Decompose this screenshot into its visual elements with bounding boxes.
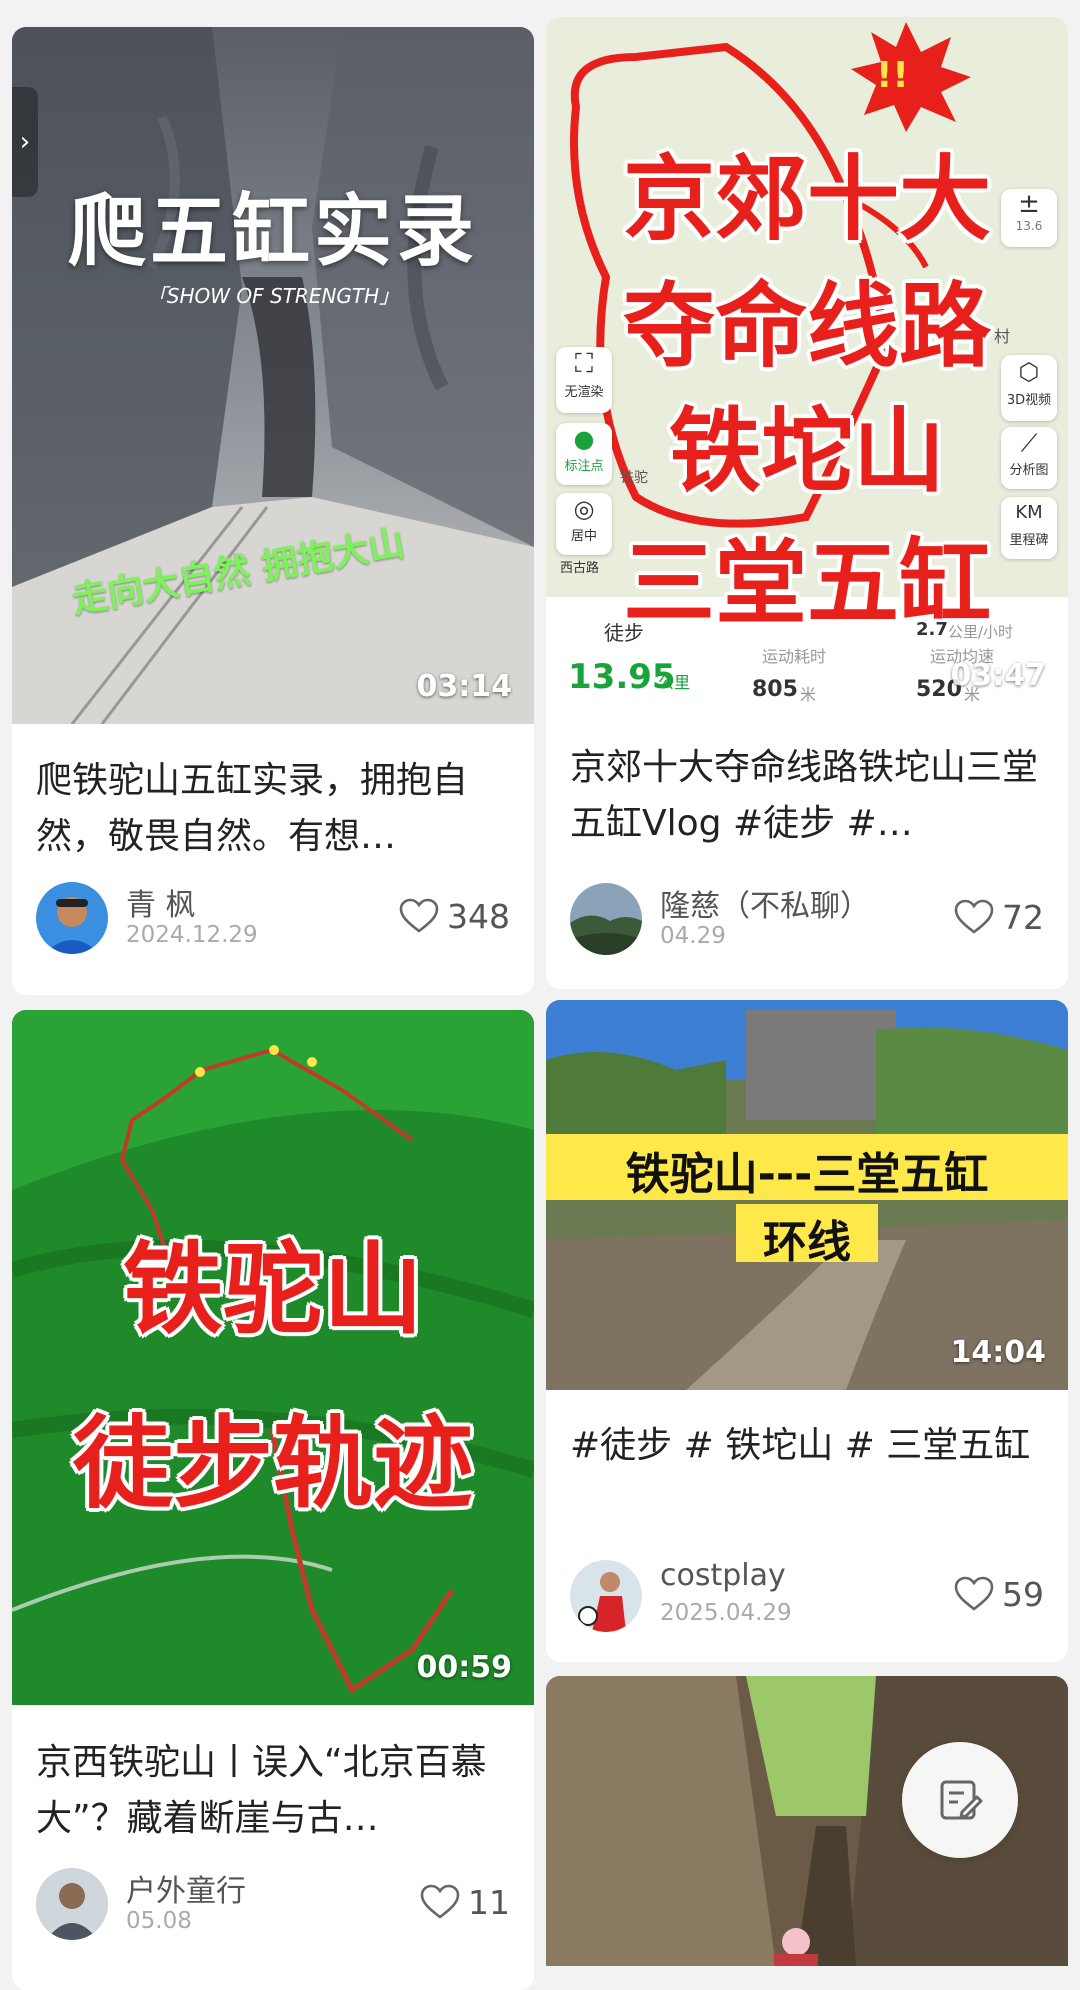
post-date: 2024.12.29 [126, 922, 258, 948]
mode-label: 徒步 [604, 621, 644, 645]
card-title[interactable]: 京西铁驼山丨误入“北京百慕大”？藏着断崖与古… [36, 1735, 510, 1847]
video-duration: 03:14 [416, 669, 513, 704]
post-date: 04.29 [660, 923, 726, 949]
post-date: 05.08 [126, 1908, 192, 1934]
speed-value: 2.7 [916, 619, 948, 640]
like-count: 59 [1002, 1574, 1044, 1614]
card-cover[interactable]: 铁驼山 徒步轨迹 00:59 [12, 1010, 534, 1705]
cover-line: 铁驼山---三堂五缸 [625, 1149, 989, 1200]
like-count: 11 [468, 1882, 510, 1922]
cover-line: 环线 [763, 1217, 851, 1268]
speed-unit: 公里/小时 [948, 623, 1014, 641]
avatar[interactable] [36, 1868, 108, 1940]
like-count: 348 [447, 896, 510, 936]
feed-card[interactable]: › 爬五缸实录 「SHOW OF STRENGTH」 走向大自然 拥抱大山 03… [12, 27, 534, 995]
cover-line: 京郊十大 [622, 146, 991, 253]
post-date: 2025.04.29 [660, 1600, 792, 1626]
distance-unit: 公里 [658, 673, 691, 692]
cover-title: 爬五缸实录 [67, 186, 478, 277]
card-title[interactable]: 京郊十大夺命线路铁坨山三堂五缸Vlog #徒步 #… [570, 740, 1044, 852]
avatar[interactable] [570, 883, 642, 955]
author-name[interactable]: costplay [660, 1558, 786, 1593]
like-button[interactable]: 348 [399, 894, 510, 938]
card-cover[interactable]: 铁驼山---三堂五缸 环线 14:04 [546, 1000, 1068, 1390]
elapsed-label: 运动耗时 [762, 647, 827, 666]
video-duration: 03:47 [950, 658, 1047, 693]
card-title[interactable]: 爬铁驼山五缸实录，拥抱自然，敬畏自然。有想… [36, 753, 510, 865]
heart-outline-icon [420, 1884, 460, 1919]
feed-card[interactable]: !! ± 13.6 ⛶ 无渲染 ● 标注点 ◎ 居中 ⬡ 3D视频 ⟋ 分析图 … [546, 17, 1068, 989]
feed-card[interactable]: 铁驼山 徒步轨迹 00:59 京西铁驼山丨误入“北京百慕大”？藏着断崖与古… 户… [12, 1010, 534, 1990]
cover-line: 夺命线路 [622, 273, 991, 380]
author-row: costplay 2025.04.29 59 [570, 1558, 1044, 1634]
avatar[interactable] [570, 1560, 642, 1632]
cover-image-map [12, 1010, 534, 1705]
author-name[interactable]: 隆慈（不私聊） [660, 881, 870, 925]
like-button[interactable]: 59 [954, 1572, 1044, 1616]
climb-value: 805 [752, 677, 798, 702]
compose-button[interactable] [902, 1742, 1018, 1858]
edit-note-icon [940, 1780, 983, 1820]
author-row: 隆慈（不私聊） 04.29 72 [570, 881, 1044, 957]
card-cover[interactable]: !! ± 13.6 ⛶ 无渲染 ● 标注点 ◎ 居中 ⬡ 3D视频 ⟋ 分析图 … [546, 17, 1068, 713]
author-name[interactable]: 青 枫 [126, 880, 196, 924]
like-count: 72 [1002, 897, 1044, 937]
video-duration: 14:04 [950, 1335, 1047, 1370]
card-title[interactable]: #徒步 # 铁坨山 # 三堂五缸 [570, 1418, 1044, 1474]
author-row: 户外童行 05.08 11 [36, 1866, 510, 1942]
card-cover[interactable]: › 爬五缸实录 「SHOW OF STRENGTH」 走向大自然 拥抱大山 03… [12, 27, 534, 724]
cover-line: 铁坨山 [668, 398, 945, 505]
heart-outline-icon [954, 899, 994, 934]
author-row: 青 枫 2024.12.29 348 [36, 880, 510, 956]
like-button[interactable]: 11 [420, 1880, 510, 1924]
avatar[interactable] [36, 882, 108, 954]
like-button[interactable]: 72 [954, 895, 1044, 939]
climb-unit: 米 [800, 685, 817, 704]
exclamation-badge: !! [876, 55, 909, 96]
heart-outline-icon [399, 898, 439, 933]
cover-line: 徒步轨迹 [73, 1405, 473, 1522]
feed-card[interactable]: 铁驼山---三堂五缸 环线 14:04 #徒步 # 铁坨山 # 三堂五缸 cos… [546, 1000, 1068, 1662]
heart-outline-icon [954, 1576, 994, 1611]
author-name[interactable]: 户外童行 [126, 1866, 246, 1910]
video-duration: 00:59 [416, 1650, 513, 1685]
cover-line: 铁驼山 [123, 1231, 423, 1348]
cover-subtitle: 「SHOW OF STRENGTH」 [146, 284, 400, 308]
